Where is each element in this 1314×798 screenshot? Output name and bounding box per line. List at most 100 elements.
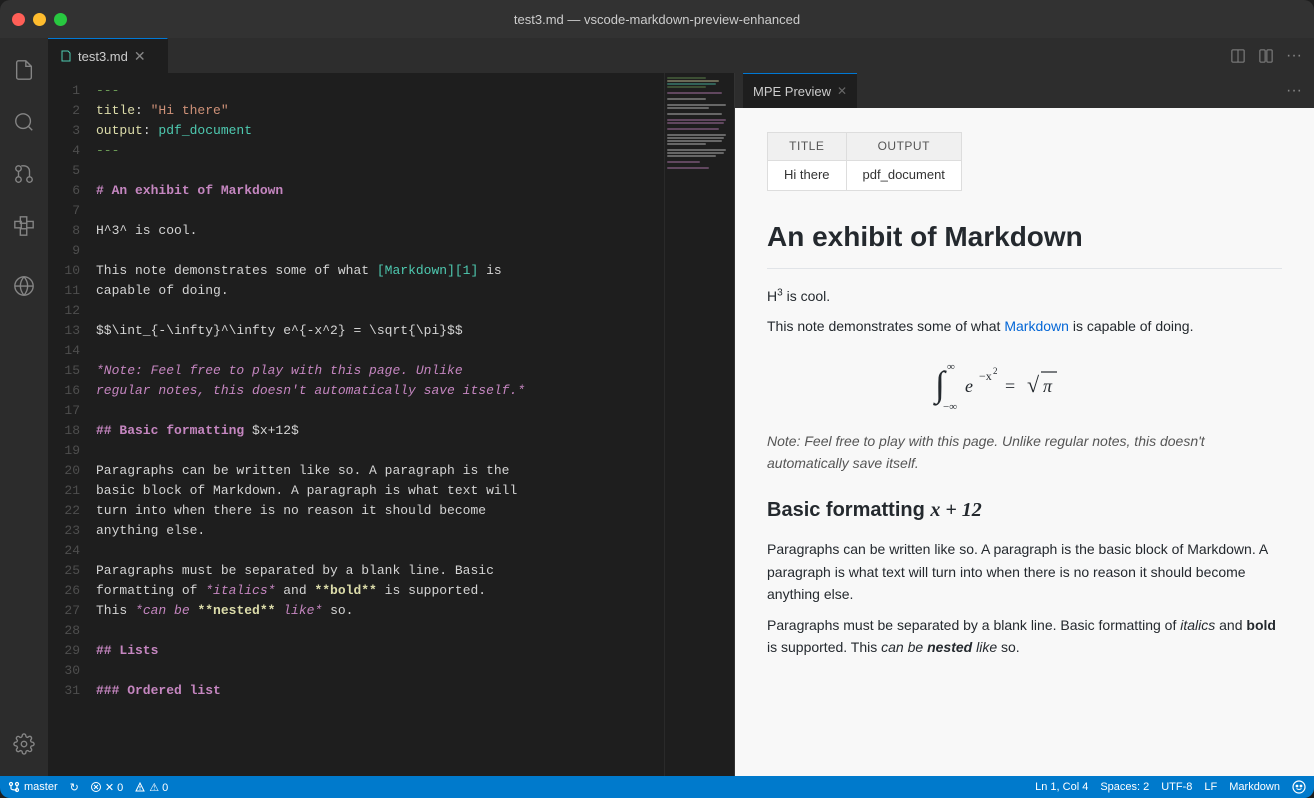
code-line-22: turn into when there is no reason it sho… (96, 501, 664, 521)
status-left: master ↻ ✕ 0 ⚠ 0 (8, 781, 168, 794)
preview-paragraph-2: Paragraphs can be written like so. A par… (767, 538, 1282, 605)
editor-layout-button[interactable] (1254, 44, 1278, 68)
preview-p3-after: is supported. This (767, 639, 881, 655)
file-icon (60, 50, 72, 62)
preview-heading-2: Basic formatting x + 12 (767, 494, 1282, 526)
code-line-18: ## Basic formatting $x+12$ (96, 421, 664, 441)
svg-text:∞: ∞ (947, 361, 955, 373)
status-encoding[interactable]: UTF-8 (1161, 781, 1192, 793)
maximize-button[interactable] (54, 13, 67, 26)
code-line-9 (96, 241, 664, 261)
code-line-23: anything else. (96, 521, 664, 541)
preview-panel: MPE Preview ✕ ··· TITLE (734, 73, 1314, 776)
status-errors[interactable]: ✕ 0 (91, 781, 123, 794)
close-button[interactable] (12, 13, 25, 26)
tab-filename: test3.md (78, 49, 128, 64)
preview-p1-after: is capable of doing. (1069, 318, 1194, 334)
code-line-11: capable of doing. (96, 281, 664, 301)
preview-tabs-bar: MPE Preview ✕ ··· (735, 73, 1314, 108)
sidebar-item-settings[interactable] (0, 720, 48, 768)
preview-h2-text: Basic formatting (767, 499, 930, 521)
editor-content: 1 2 3 4 5 6 7 8 9 10 11 12 13 14 (48, 73, 1314, 776)
code-line-6: # An exhibit of Markdown (96, 181, 664, 201)
code-line-16: regular notes, this doesn't automaticall… (96, 381, 664, 401)
code-line-24 (96, 541, 664, 561)
line-numbers: 1 2 3 4 5 6 7 8 9 10 11 12 13 14 (48, 73, 88, 776)
svg-text:π: π (1043, 376, 1053, 396)
code-line-13: $$\int_{-\infty}^\infty e^{-x^2} = \sqrt… (96, 321, 664, 341)
code-line-31: ### Ordered list (96, 681, 664, 701)
code-editor[interactable]: 1 2 3 4 5 6 7 8 9 10 11 12 13 14 (48, 73, 664, 776)
app-window: test3.md — vscode-markdown-preview-enhan… (0, 0, 1314, 798)
code-content[interactable]: --- title: "Hi there" output: pdf_docume… (88, 73, 664, 776)
sidebar-item-files[interactable] (0, 46, 48, 94)
preview-tab-close[interactable]: ✕ (837, 84, 847, 98)
code-line-17 (96, 401, 664, 421)
code-line-21: basic block of Markdown. A paragraph is … (96, 481, 664, 501)
sidebar-item-search[interactable] (0, 98, 48, 146)
status-branch[interactable]: master (8, 781, 58, 793)
preview-h3-text: H (767, 288, 777, 304)
status-sync[interactable]: ↻ (70, 781, 79, 794)
sync-icon: ↻ (70, 781, 79, 794)
preview-p3-nested: nested (927, 639, 972, 655)
status-feedback[interactable] (1292, 780, 1306, 794)
preview-p3-like: like (972, 639, 997, 655)
code-line-29: ## Lists (96, 641, 664, 661)
status-language[interactable]: Markdown (1229, 781, 1280, 793)
editor-area: test3.md ✕ (48, 38, 1314, 776)
status-right: Ln 1, Col 4 Spaces: 2 UTF-8 LF Markdown (1035, 780, 1306, 794)
minimize-button[interactable] (33, 13, 46, 26)
preview-p3-italics: italics (1180, 617, 1215, 633)
preview-p3-bold: bold (1246, 617, 1276, 633)
svg-text:−∞: −∞ (943, 401, 957, 413)
activity-bar (0, 38, 48, 776)
sidebar-item-extensions[interactable] (0, 202, 48, 250)
preview-tab-label: MPE Preview (753, 84, 831, 99)
preview-tab-mpe[interactable]: MPE Preview ✕ (743, 73, 857, 108)
preview-h2-math: x + 12 (930, 499, 981, 521)
frontmatter-title-value: Hi there (768, 161, 847, 191)
code-line-8: H^3^ is cool. (96, 221, 664, 241)
split-editor-button[interactable] (1226, 44, 1250, 68)
more-actions-button[interactable]: ··· (1282, 44, 1306, 68)
status-warnings[interactable]: ⚠ 0 (135, 781, 168, 794)
code-line-5 (96, 161, 664, 181)
tab-close-button[interactable]: ✕ (134, 48, 146, 65)
preview-more-actions[interactable]: ··· (1282, 79, 1306, 103)
preview-content[interactable]: TITLE OUTPUT Hi there pdf_document (735, 108, 1314, 776)
preview-markdown-link[interactable]: Markdown (1004, 318, 1069, 334)
code-line-2: title: "Hi there" (96, 101, 664, 121)
code-line-12 (96, 301, 664, 321)
sidebar-item-source-control[interactable] (0, 150, 48, 198)
svg-text:2: 2 (993, 366, 998, 376)
preview-paragraph-1: This note demonstrates some of what Mark… (767, 315, 1282, 337)
editor-tab-test3md[interactable]: test3.md ✕ (48, 38, 168, 73)
code-line-26: formatting of *italics* and **bold** is … (96, 581, 664, 601)
frontmatter-output-value: pdf_document (846, 161, 961, 191)
code-line-1: --- (96, 81, 664, 101)
preview-p1-before: This note demonstrates some of what (767, 318, 1004, 334)
code-line-30 (96, 661, 664, 681)
warning-count: ⚠ 0 (149, 781, 168, 794)
code-line-10: This note demonstrates some of what [Mar… (96, 261, 664, 281)
code-line-7 (96, 201, 664, 221)
window-title: test3.md — vscode-markdown-preview-enhan… (514, 12, 800, 27)
status-position[interactable]: Ln 1, Col 4 (1035, 781, 1088, 793)
preview-italic-note: Note: Feel free to play with this page. … (767, 430, 1282, 475)
tab-actions: ··· (1226, 44, 1314, 68)
preview-p3-before: Paragraphs must be separated by a blank … (767, 617, 1180, 633)
sidebar-item-remote[interactable] (0, 262, 48, 310)
svg-text:√: √ (1027, 372, 1040, 397)
code-line-25: Paragraphs must be separated by a blank … (96, 561, 664, 581)
status-spaces[interactable]: Spaces: 2 (1100, 781, 1149, 793)
status-line-ending[interactable]: LF (1204, 781, 1217, 793)
titlebar: test3.md — vscode-markdown-preview-enhan… (0, 0, 1314, 38)
svg-text:=: = (1005, 376, 1015, 396)
smiley-icon (1292, 780, 1306, 794)
svg-text:∫: ∫ (933, 364, 947, 406)
code-line-28 (96, 621, 664, 641)
code-line-15: *Note: Feel free to play with this page.… (96, 361, 664, 381)
preview-heading-1: An exhibit of Markdown (767, 215, 1282, 269)
status-bar: master ↻ ✕ 0 ⚠ 0 (0, 776, 1314, 798)
